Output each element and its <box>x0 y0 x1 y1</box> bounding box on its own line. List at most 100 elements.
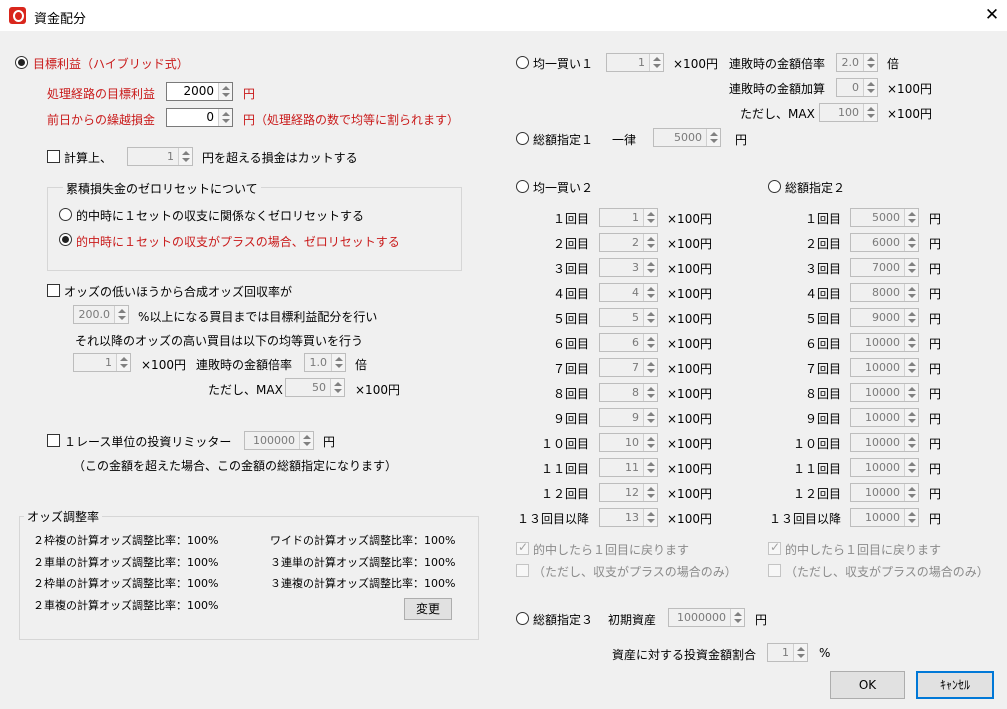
spinner-arrows-icon[interactable] <box>904 259 918 276</box>
total2-row-spinner[interactable]: 9000 <box>850 308 919 327</box>
spinner-arrows-icon[interactable] <box>643 459 657 476</box>
even2-row-spinner[interactable]: 7 <box>599 358 658 377</box>
total2-row-spinner[interactable]: 10000 <box>850 508 919 527</box>
even2-row-spinner[interactable]: 8 <box>599 383 658 402</box>
spinner-arrows-icon[interactable] <box>904 509 918 526</box>
route-target-spinner[interactable]: 2000 <box>166 82 233 101</box>
total3-radio[interactable] <box>516 612 529 625</box>
total2-row-spinner[interactable]: 5000 <box>850 208 919 227</box>
total2-radio[interactable] <box>768 180 781 193</box>
even1-spinner[interactable]: 1 <box>606 53 664 72</box>
even2-row-spinner[interactable]: 10 <box>599 433 658 452</box>
total2-row-spinner[interactable]: 10000 <box>850 358 919 377</box>
spinner-arrows-icon[interactable] <box>643 334 657 351</box>
cancel-button[interactable]: ｷｬﾝｾﾙ <box>916 671 994 699</box>
even2-radio[interactable] <box>516 180 529 193</box>
carry-loss-spinner[interactable]: 0 <box>166 108 233 127</box>
spinner-arrows-icon[interactable] <box>863 79 877 96</box>
limiter-spinner[interactable]: 100000 <box>244 431 314 450</box>
spinner-arrows-icon[interactable] <box>643 209 657 226</box>
spinner-arrows-icon[interactable] <box>331 354 345 371</box>
target-profit-radio[interactable] <box>15 56 28 69</box>
spinner-arrows-icon[interactable] <box>904 309 918 326</box>
spinner-arrows-icon[interactable] <box>643 434 657 451</box>
total2-row-spinner[interactable]: 6000 <box>850 233 919 252</box>
spinner-arrows-icon[interactable] <box>643 234 657 251</box>
spinner-arrows-icon[interactable] <box>649 54 663 71</box>
even2-plus-checkbox[interactable] <box>516 564 529 577</box>
even2-row-spinner[interactable]: 4 <box>599 283 658 302</box>
even1-add-spinner[interactable]: 0 <box>836 78 878 97</box>
odds-recovery-checkbox[interactable] <box>47 284 60 297</box>
spinner-arrows-icon[interactable] <box>643 359 657 376</box>
spinner-arrows-icon[interactable] <box>643 309 657 326</box>
max-spinner[interactable]: 50 <box>285 378 345 397</box>
spinner-arrows-icon[interactable] <box>904 384 918 401</box>
spinner-arrows-icon[interactable] <box>643 284 657 301</box>
spinner-arrows-icon[interactable] <box>904 284 918 301</box>
spinner-arrows-icon[interactable] <box>863 54 877 71</box>
spinner-arrows-icon[interactable] <box>643 384 657 401</box>
ok-button[interactable]: OK <box>830 671 905 699</box>
spinner-arrows-icon[interactable] <box>793 644 807 661</box>
even2-row-spinner[interactable]: 2 <box>599 233 658 252</box>
cut-loss-checkbox[interactable] <box>47 150 60 163</box>
spinner-arrows-icon[interactable] <box>116 354 130 371</box>
reset-always-radio[interactable] <box>59 208 72 221</box>
even1-max-spinner[interactable]: 100 <box>819 103 878 122</box>
cut-loss-spinner[interactable]: 1 <box>127 147 193 166</box>
total2-row-spinner[interactable]: 10000 <box>850 483 919 502</box>
spinner-arrows-icon[interactable] <box>178 148 192 165</box>
even2-back-checkbox[interactable] <box>516 540 529 555</box>
spinner-arrows-icon[interactable] <box>330 379 344 396</box>
total2-row-spinner[interactable]: 10000 <box>850 333 919 352</box>
even1-radio[interactable] <box>516 56 529 69</box>
reset-plus-radio[interactable] <box>59 233 72 246</box>
spinner-arrows-icon[interactable] <box>904 484 918 501</box>
spinner-arrows-icon[interactable] <box>904 359 918 376</box>
even2-row-spinner[interactable]: 11 <box>599 458 658 477</box>
spinner-arrows-icon[interactable] <box>730 609 744 626</box>
even2-row-spinner[interactable]: 12 <box>599 483 658 502</box>
total2-row-spinner[interactable]: 10000 <box>850 383 919 402</box>
total2-row-spinner[interactable]: 10000 <box>850 408 919 427</box>
initial-asset-spinner[interactable]: 1000000 <box>668 608 745 627</box>
even2-row-spinner[interactable]: 3 <box>599 258 658 277</box>
spinner-arrows-icon[interactable] <box>643 409 657 426</box>
total1-radio[interactable] <box>516 132 529 145</box>
odds-recovery-spinner[interactable]: 200.0 <box>73 305 129 324</box>
total2-row-spinner[interactable]: 8000 <box>850 283 919 302</box>
even1-mult-spinner[interactable]: 2.0 <box>836 53 878 72</box>
close-icon[interactable]: ✕ <box>980 4 1004 26</box>
change-button[interactable]: 変更 <box>404 598 452 620</box>
total2-row-spinner[interactable]: 7000 <box>850 258 919 277</box>
spinner-arrows-icon[interactable] <box>643 259 657 276</box>
spinner-arrows-icon[interactable] <box>904 234 918 251</box>
spinner-arrows-icon[interactable] <box>643 484 657 501</box>
spinner-arrows-icon[interactable] <box>299 432 313 449</box>
total2-plus-checkbox[interactable] <box>768 564 781 577</box>
spinner-arrows-icon[interactable] <box>706 129 720 146</box>
spinner-arrows-icon[interactable] <box>863 104 877 121</box>
ratio-spinner[interactable]: 1 <box>767 643 808 662</box>
spinner-arrows-icon[interactable] <box>904 334 918 351</box>
total1-spinner[interactable]: 5000 <box>653 128 721 147</box>
total2-back-checkbox[interactable] <box>768 540 781 555</box>
spinner-arrows-icon[interactable] <box>904 434 918 451</box>
spinner-arrows-icon[interactable] <box>643 509 657 526</box>
loss-mult-spinner[interactable]: 1.0 <box>304 353 346 372</box>
spinner-arrows-icon[interactable] <box>904 409 918 426</box>
spinner-arrows-icon[interactable] <box>904 459 918 476</box>
even2-row-spinner[interactable]: 9 <box>599 408 658 427</box>
even2-row-spinner[interactable]: 5 <box>599 308 658 327</box>
even2-row-spinner[interactable]: 1 <box>599 208 658 227</box>
total2-row-spinner[interactable]: 10000 <box>850 458 919 477</box>
spinner-arrows-icon[interactable] <box>114 306 128 323</box>
even2-row-spinner[interactable]: 6 <box>599 333 658 352</box>
even-amount-spinner[interactable]: 1 <box>73 353 131 372</box>
spinner-arrows-icon[interactable] <box>904 209 918 226</box>
spinner-arrows-icon[interactable] <box>218 109 232 126</box>
total2-row-spinner[interactable]: 10000 <box>850 433 919 452</box>
spinner-arrows-icon[interactable] <box>218 83 232 100</box>
even2-row-spinner[interactable]: 13 <box>599 508 658 527</box>
